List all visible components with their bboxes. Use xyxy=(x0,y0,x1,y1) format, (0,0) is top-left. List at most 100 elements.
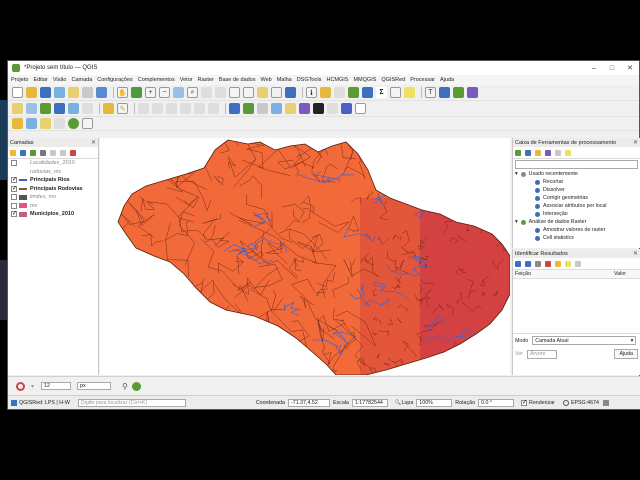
layer-row[interactable]: ✓ Principais Rios xyxy=(8,176,98,185)
menu-complementos[interactable]: Complementos xyxy=(138,77,175,83)
messages-icon[interactable] xyxy=(602,399,609,406)
algorithm-item[interactable]: Corrigir geometrias xyxy=(513,194,640,202)
tolerance-input[interactable]: 12 xyxy=(41,382,72,390)
coordinate-field[interactable]: -71.37,4.52 xyxy=(287,398,330,407)
tree-group[interactable]: ▾ Análise de dados Raster xyxy=(513,218,640,226)
copy-features-icon[interactable] xyxy=(180,103,191,114)
save-project-icon[interactable] xyxy=(40,87,51,98)
magnifier-field[interactable]: 100% xyxy=(416,398,453,407)
plugin-grid-icon[interactable] xyxy=(355,103,366,114)
pencil-icon[interactable]: ✎ xyxy=(117,103,128,114)
label-tool-icon[interactable] xyxy=(229,103,240,114)
menu-ajuda[interactable]: Ajuda xyxy=(440,77,454,83)
help-button[interactable]: Ajuda xyxy=(614,349,638,359)
menu-processar[interactable]: Processar xyxy=(410,77,435,83)
algorithm-item[interactable]: Interseção xyxy=(513,210,640,218)
render-checkbox[interactable]: ✓ xyxy=(521,399,527,406)
new-project-icon[interactable] xyxy=(12,87,23,98)
toolbox-search-input[interactable] xyxy=(515,160,638,169)
close-panel-icon[interactable]: ✕ xyxy=(91,139,96,146)
menu-dsgtools[interactable]: DSGTools xyxy=(297,77,322,83)
save-as-icon[interactable] xyxy=(54,87,65,98)
pan-icon[interactable]: ✋ xyxy=(117,87,128,98)
expand-all-icon[interactable] xyxy=(50,149,56,156)
remove-layer-icon[interactable] xyxy=(70,149,76,156)
menu-hcmgis[interactable]: HCMGIS xyxy=(326,77,348,83)
rotation-field[interactable]: 0.0 ° xyxy=(478,398,515,407)
open-form-icon[interactable] xyxy=(555,260,561,267)
zoom-out-icon[interactable]: − xyxy=(159,87,170,98)
cut-features-icon[interactable] xyxy=(166,103,177,114)
menu-malha[interactable]: Malha xyxy=(277,77,292,83)
text-annotation-icon[interactable]: T xyxy=(425,87,436,98)
pan-to-selection-icon[interactable] xyxy=(131,87,142,98)
add-postgis-layer-icon[interactable] xyxy=(54,103,65,114)
options-icon[interactable] xyxy=(565,149,571,156)
select-by-expression-icon[interactable] xyxy=(40,118,51,129)
view-select[interactable]: Árvore xyxy=(526,349,557,359)
close-button[interactable]: ✕ xyxy=(621,64,639,72)
layer-row[interactable]: rodovias_ms xyxy=(8,168,98,177)
open-project-icon[interactable] xyxy=(26,87,37,98)
layer-checkbox[interactable] xyxy=(11,202,17,209)
close-panel-icon[interactable]: ✕ xyxy=(633,250,638,257)
layer-checkbox[interactable] xyxy=(11,194,17,201)
zoom-last-icon[interactable] xyxy=(229,87,240,98)
refresh-icon[interactable] xyxy=(285,87,296,98)
refresh-green-icon[interactable] xyxy=(68,118,79,129)
crs-globe-icon[interactable] xyxy=(562,399,569,406)
digitize-icon[interactable] xyxy=(12,103,23,114)
style-layer-icon[interactable] xyxy=(10,149,16,156)
measure-icon[interactable] xyxy=(390,87,401,98)
identify-mode-icon[interactable] xyxy=(565,260,571,267)
mode-select[interactable]: Camada Atual ▾ xyxy=(532,336,637,345)
add-raster-layer-icon[interactable] xyxy=(40,103,51,114)
menu-qgisred[interactable]: QGISRed xyxy=(381,77,405,83)
map-canvas[interactable] xyxy=(100,138,510,375)
add-spatialite-layer-icon[interactable] xyxy=(68,103,79,114)
topology-icon[interactable]: ⚲ xyxy=(122,382,128,391)
plugin-tool-icon[interactable] xyxy=(327,103,338,114)
statistics-sigma-icon[interactable]: Σ xyxy=(376,87,387,98)
menu-raster[interactable]: Raster xyxy=(198,77,214,83)
expand-tree-icon[interactable] xyxy=(515,260,521,267)
move-label-icon[interactable] xyxy=(271,103,282,114)
print-results-icon[interactable] xyxy=(575,260,581,267)
pin-label-icon[interactable] xyxy=(243,103,254,114)
show-hide-label-icon[interactable] xyxy=(257,103,268,114)
qgisred-network-icon[interactable] xyxy=(453,87,464,98)
menu-visao[interactable]: Visão xyxy=(53,77,67,83)
paste-features-icon[interactable] xyxy=(194,103,205,114)
zoom-native-icon[interactable] xyxy=(215,87,226,98)
layout-manager-icon[interactable] xyxy=(82,87,93,98)
locator-search-input[interactable]: Digite para localizar (Ctrl+K) xyxy=(77,398,186,407)
map-tips-icon[interactable] xyxy=(404,87,415,98)
layer-checkbox[interactable]: ✓ xyxy=(11,185,17,192)
expand-new-icon[interactable] xyxy=(535,260,541,267)
close-panel-icon[interactable]: ✕ xyxy=(633,139,638,146)
manage-visibility-icon[interactable] xyxy=(30,149,36,156)
algorithm-item[interactable]: Amostrar valores de raster xyxy=(513,226,640,234)
zoom-next-icon[interactable] xyxy=(243,87,254,98)
algorithm-item[interactable]: Associar atributos por local xyxy=(513,202,640,210)
magnet-icon[interactable] xyxy=(16,381,25,391)
new-map-view-icon[interactable] xyxy=(257,87,268,98)
menu-web[interactable]: Web xyxy=(261,77,272,83)
layer-checkbox[interactable]: ✓ xyxy=(11,211,17,218)
menu-configuracoes[interactable]: Configurações xyxy=(97,77,132,83)
vertex-tool-icon[interactable] xyxy=(138,103,149,114)
algorithm-item[interactable]: Cell statistics xyxy=(513,234,640,242)
zoom-selection-icon[interactable]: ⌕ xyxy=(187,87,198,98)
layer-checkbox[interactable] xyxy=(11,160,17,167)
style-manager-icon[interactable] xyxy=(96,87,107,98)
delete-selected-icon[interactable] xyxy=(152,103,163,114)
tree-group[interactable]: ▾ Usado recentemente xyxy=(513,170,640,178)
field-calculator-icon[interactable] xyxy=(348,87,359,98)
plugin-globe-icon[interactable] xyxy=(341,103,352,114)
layer-row[interactable]: Localidades_2010 xyxy=(8,159,98,168)
identify-icon[interactable]: ℹ xyxy=(306,87,317,98)
change-label-icon[interactable] xyxy=(299,103,310,114)
history-icon[interactable] xyxy=(535,149,541,156)
menu-mmqgis[interactable]: MMQGIS xyxy=(353,77,376,83)
deselect-icon[interactable] xyxy=(334,87,345,98)
